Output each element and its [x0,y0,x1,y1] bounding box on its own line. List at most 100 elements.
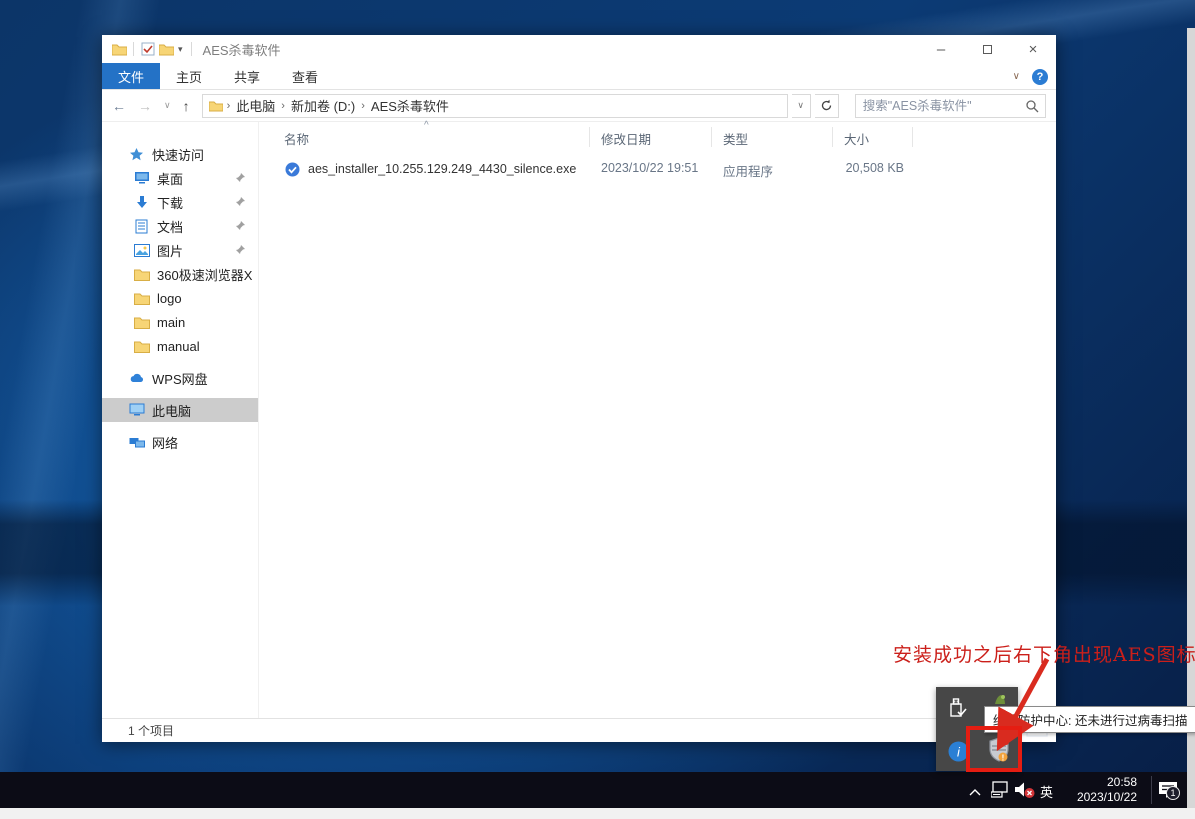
column-separator[interactable] [912,127,913,147]
pin-icon [235,243,246,258]
search-icon[interactable] [1025,99,1039,118]
sidebar-item-label: main [157,315,185,330]
screen: ▾ AES杀毒软件 – × 文件 主页 共享 查看 ∨ ? ← → ∨ ↑ [0,0,1195,819]
tray-chevron-up-icon[interactable] [968,784,982,802]
installer-shield-icon [284,161,301,177]
column-separator[interactable] [832,127,833,147]
sidebar-item-documents[interactable]: 文档 [102,214,258,238]
recent-locations-dropdown-icon[interactable]: ∨ [160,101,175,110]
tab-view[interactable]: 查看 [276,63,334,89]
title-bar[interactable]: ▾ AES杀毒软件 – × [102,35,1056,63]
desktop-icon [133,170,150,186]
sidebar-item-downloads[interactable]: 下载 [102,190,258,214]
forward-button[interactable]: → [134,99,156,113]
file-name: aes_installer_10.255.129.249_4430_silenc… [308,162,576,176]
ime-indicator[interactable]: 英 [1040,782,1053,801]
computer-icon [128,402,145,418]
column-header-type[interactable]: 类型 [711,129,832,148]
pin-icon [235,195,246,210]
sidebar-item-360-browser-downloads[interactable]: 360极速浏览器X下载 [102,262,258,286]
column-separator[interactable] [711,127,712,147]
taskbar-separator [1151,776,1152,804]
tab-home[interactable]: 主页 [160,63,218,89]
minimize-button[interactable]: – [918,35,964,63]
window-controls: – × [918,35,1056,63]
breadcrumb-separator: › [225,100,233,112]
sidebar-item-quick-access[interactable]: 快速访问 [102,142,258,166]
cloud-icon [128,370,145,386]
up-button[interactable]: ↑ [179,99,194,113]
qat-customize-dropdown-icon[interactable]: ▾ [178,45,183,54]
file-size: 20,508 KB [832,161,912,175]
explorer-window: ▾ AES杀毒软件 – × 文件 主页 共享 查看 ∨ ? ← → ∨ ↑ [102,35,1056,742]
network-tray-icon[interactable] [991,781,1010,803]
sidebar-item-pictures[interactable]: 图片 [102,238,258,262]
sidebar-item-this-pc[interactable]: 此电脑 [102,398,258,422]
clock-date: 2023/10/22 [1062,790,1137,805]
sidebar-item-label: 下载 [157,193,183,212]
maximize-button[interactable] [964,35,1010,63]
close-button[interactable]: × [1010,35,1056,63]
screen-right-edge [1187,28,1195,808]
address-box[interactable]: › 此电脑 › 新加卷 (D:) › AES杀毒软件 [202,94,788,118]
maximize-icon [983,45,992,54]
search-box[interactable] [855,94,1046,118]
pin-icon [235,171,246,186]
qat-new-folder-icon[interactable] [157,40,175,58]
address-dropdown-icon[interactable]: ∨ [792,94,811,118]
sidebar-item-desktop[interactable]: 桌面 [102,166,258,190]
sidebar-item-label: 桌面 [157,169,183,188]
refresh-icon [820,99,833,112]
taskbar: 英 20:58 2023/10/22 1 [0,772,1187,808]
file-type: 应用程序 [711,161,832,180]
titlebar-separator [133,42,134,56]
folder-icon [133,338,150,354]
document-icon [133,218,150,234]
sidebar-item-label: 快速访问 [152,145,204,164]
pin-icon [235,219,246,234]
sidebar-item-main[interactable]: main [102,310,258,334]
download-icon [133,194,150,210]
column-separator[interactable] [589,127,590,147]
sidebar-item-manual[interactable]: manual [102,334,258,358]
explorer-folder-icon [110,40,128,58]
back-button[interactable]: ← [108,99,130,113]
folder-icon [133,290,150,306]
tab-file[interactable]: 文件 [102,63,160,89]
column-header-size[interactable]: 大小 [832,129,912,148]
usb-tray-icon[interactable] [946,696,968,725]
folder-icon [133,314,150,330]
file-list-header: 名称 ^ 修改日期 类型 大小 [259,122,1056,152]
file-list-pane: 名称 ^ 修改日期 类型 大小 aes_installer_10.2 [258,122,1056,718]
navigation-pane: 快速访问 桌面 下载 [102,122,258,718]
search-input[interactable] [856,99,1028,113]
sidebar-item-label: WPS网盘 [152,369,208,388]
column-header-modified[interactable]: 修改日期 [589,129,711,148]
sidebar-item-label: 此电脑 [152,401,191,420]
sidebar-item-network[interactable]: 网络 [102,430,258,454]
breadcrumb-separator: › [359,100,367,112]
breadcrumb-this-pc[interactable]: 此电脑 [232,96,279,115]
sidebar-item-label: manual [157,339,200,354]
file-row[interactable]: aes_installer_10.255.129.249_4430_silenc… [259,158,1056,180]
notification-badge: 1 [1166,786,1180,800]
volume-muted-icon[interactable] [1014,781,1036,804]
tab-share[interactable]: 共享 [218,63,276,89]
sidebar-item-wps-cloud[interactable]: WPS网盘 [102,366,258,390]
taskbar-clock[interactable]: 20:58 2023/10/22 [1062,775,1137,805]
ribbon-tab-bar: 文件 主页 共享 查看 ∨ ? [102,63,1056,90]
qat-properties-icon[interactable] [139,40,157,58]
ribbon-collapse-icon[interactable]: ∨ [1013,71,1020,82]
column-header-name[interactable]: 名称 [259,129,589,148]
breadcrumb-drive-d[interactable]: 新加卷 (D:) [287,96,359,115]
sidebar-item-label: 360极速浏览器X下载 [157,265,253,284]
address-bar: ← → ∨ ↑ › 此电脑 › 新加卷 (D:) › AES杀毒软件 ∨ [102,90,1056,122]
folder-icon [133,266,150,282]
sidebar-item-logo[interactable]: logo [102,286,258,310]
refresh-button[interactable] [815,94,839,118]
breadcrumb-separator: › [279,100,287,112]
network-icon [128,434,145,450]
sidebar-item-label: 网络 [152,433,178,452]
help-icon[interactable]: ? [1032,69,1048,85]
breadcrumb-current-folder[interactable]: AES杀毒软件 [367,96,453,115]
